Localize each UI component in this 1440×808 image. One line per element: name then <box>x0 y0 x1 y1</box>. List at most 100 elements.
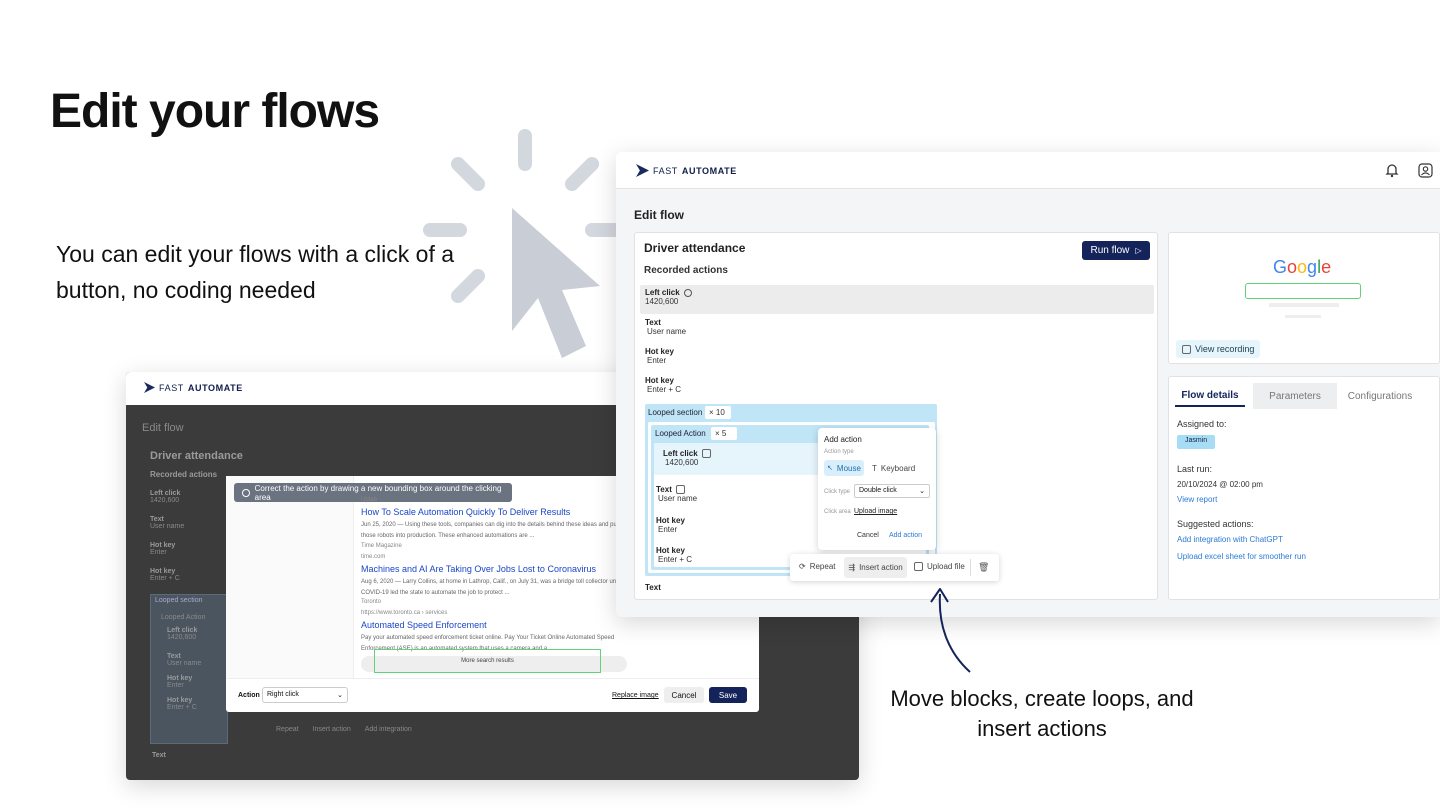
looped-action-count-field[interactable]: × 5 <box>711 427 737 440</box>
action-item[interactable]: Text User name <box>150 516 230 542</box>
view-report-link[interactable]: View report <box>1177 495 1217 504</box>
replace-image-link[interactable]: Replace image <box>612 692 659 699</box>
action-item[interactable]: Text User name <box>645 318 686 336</box>
looped-section-label: Looped section <box>155 597 203 604</box>
action-item[interactable]: Left click 1420,600 <box>150 490 230 516</box>
search-result[interactable]: Uptab How To Scale Automation Quickly To… <box>361 494 623 541</box>
repeat-icon: ⟳ <box>799 562 806 571</box>
upload-file-button[interactable]: Upload file <box>914 562 965 571</box>
user-profile-icon[interactable] <box>1418 163 1433 178</box>
looped-action-count-value: 5 <box>721 429 727 438</box>
suggested-actions-label: Suggested actions: <box>1177 519 1254 529</box>
more-results-label: More search results <box>461 658 514 664</box>
result-title[interactable]: Machines and AI Are Taking Over Jobs Los… <box>361 564 623 574</box>
cancel-button[interactable]: Cancel <box>664 687 704 703</box>
action-item[interactable]: Hot key Enter <box>150 542 230 568</box>
action-value: Enter <box>150 549 167 556</box>
result-site: Time Magazine <box>361 543 402 549</box>
inner-action-value: Enter + C <box>658 555 693 564</box>
tab-configurations[interactable]: Configurations <box>1339 385 1421 407</box>
logo-text-fast: FAST <box>653 165 678 176</box>
copy-icon <box>701 449 711 458</box>
search-result[interactable]: Toronto https://www.toronto.ca › service… <box>361 596 623 654</box>
save-label: Save <box>718 690 738 700</box>
google-logo: Google <box>1273 257 1331 278</box>
trash-icon[interactable]: 🗑 <box>978 562 989 573</box>
toolbar-divider <box>970 559 971 576</box>
keyboard-type-button[interactable]: T Keyboard <box>872 460 915 476</box>
last-run-label: Last run: <box>1177 464 1213 474</box>
action-label: Text <box>645 318 661 327</box>
action-item[interactable]: Hot key Enter + C <box>645 376 681 394</box>
inner-action-item[interactable]: Hot key Enter <box>656 516 685 534</box>
flow-name: Driver attendance <box>150 450 243 462</box>
inner-action-value: Enter <box>167 682 184 689</box>
upload-image-link[interactable]: Upload image <box>854 508 897 515</box>
insert-action-label: Insert action <box>859 563 903 572</box>
action-item[interactable]: Hot key Enter <box>645 347 674 365</box>
inner-action-item[interactable]: Text User name <box>656 485 697 503</box>
info-icon <box>683 288 692 297</box>
suggestion-link[interactable]: Upload excel sheet for smoother run <box>1177 552 1306 561</box>
popover-add-action-button[interactable]: Add action <box>889 532 922 539</box>
repeat-label: Repeat <box>809 562 836 571</box>
run-flow-label: Run flow <box>1090 245 1130 256</box>
popover-title: Add action <box>824 435 862 444</box>
recorded-actions-list: Left click 1420,600 Text User name Hot k… <box>150 490 230 594</box>
add-action-popover: Add action Action type ↖ Mouse T Keyboard … <box>818 428 936 550</box>
text-icon: T <box>872 463 877 473</box>
keyboard-label: Keyboard <box>880 463 916 473</box>
inner-action-label: Left click <box>663 449 698 458</box>
insert-action-button[interactable]: Insert action <box>313 726 351 733</box>
action-label: Hot key <box>645 376 674 385</box>
action-item-selected[interactable]: Left click 1420,600 <box>640 285 1154 314</box>
looped-section[interactable]: Looped section Looped Action Left click … <box>150 594 228 744</box>
play-icon: ▷ <box>1135 246 1142 255</box>
insert-action-button[interactable]: ⇶ Insert action <box>844 557 907 578</box>
page-title: Edit flow <box>142 422 184 434</box>
slide-subcopy: You can edit your flows with a click of … <box>56 241 455 303</box>
tab-parameters[interactable]: Parameters <box>1253 383 1337 409</box>
inner-action-item[interactable]: Left click 1420,600 <box>663 449 711 467</box>
action-label: Left click <box>645 288 680 297</box>
repeat-button[interactable]: ⟳ Repeat <box>799 562 836 571</box>
click-type-label: Click type <box>824 489 851 495</box>
bell-icon[interactable] <box>1385 163 1399 178</box>
dialog-sidebar <box>226 476 354 678</box>
save-button[interactable]: Save <box>709 687 747 703</box>
search-box-highlight[interactable] <box>1245 283 1361 299</box>
repeat-button[interactable]: Repeat <box>276 726 299 733</box>
action-label: Hot key <box>150 542 176 549</box>
inner-action-item[interactable]: Hot key Enter + C <box>656 546 692 564</box>
action-value: Enter + C <box>150 575 180 582</box>
action-value: 1420,600 <box>150 497 180 504</box>
loop-count-field[interactable]: × 10 <box>705 406 731 419</box>
view-recording-button[interactable]: View recording <box>1176 340 1261 358</box>
run-flow-button[interactable]: Run flow ▷ <box>1082 241 1150 260</box>
search-buttons-placeholder <box>1269 303 1339 307</box>
mouse-type-button[interactable]: ↖ Mouse <box>824 460 864 476</box>
inner-action-label: Hot key <box>656 546 685 555</box>
tab-flow-details[interactable]: Flow details <box>1175 385 1245 407</box>
more-search-results-button[interactable]: More search results <box>374 649 601 673</box>
result-title[interactable]: Automated Speed Enforcement <box>361 620 623 630</box>
search-result[interactable]: Time Magazine time.com Machines and AI A… <box>361 540 623 598</box>
inner-action-value: 1420,600 <box>167 634 197 641</box>
logo-mark-icon <box>144 382 155 393</box>
assigned-label: Assigned to: <box>1177 419 1227 429</box>
popover-cancel-button[interactable]: Cancel <box>857 532 879 539</box>
action-item[interactable]: Hot key Enter + C <box>150 568 230 594</box>
upload-icon <box>914 562 923 571</box>
add-integration-button[interactable]: Add integration <box>365 726 412 733</box>
result-title[interactable]: How To Scale Automation Quickly To Deliv… <box>361 507 623 517</box>
suggestion-link[interactable]: Add integration with ChatGPT <box>1177 535 1283 544</box>
inner-action-value: Enter + C <box>167 704 197 711</box>
click-type-select[interactable]: Double click ⌄ <box>854 484 930 498</box>
edit-flow-window: FAST AUTOMATE Edit flow Driver attendance… <box>616 152 1440 617</box>
mouse-label: Mouse <box>836 463 861 473</box>
footer-text-action[interactable]: Text <box>645 583 661 592</box>
slide: Edit your flows You can edit your flows … <box>0 0 1440 808</box>
action-toolbar: Repeat Insert action Add integration <box>276 726 412 733</box>
action-select[interactable]: Right click ⌄ <box>262 687 348 703</box>
last-run-value: 20/10/2024 @ 02:00 pm <box>1177 480 1263 489</box>
